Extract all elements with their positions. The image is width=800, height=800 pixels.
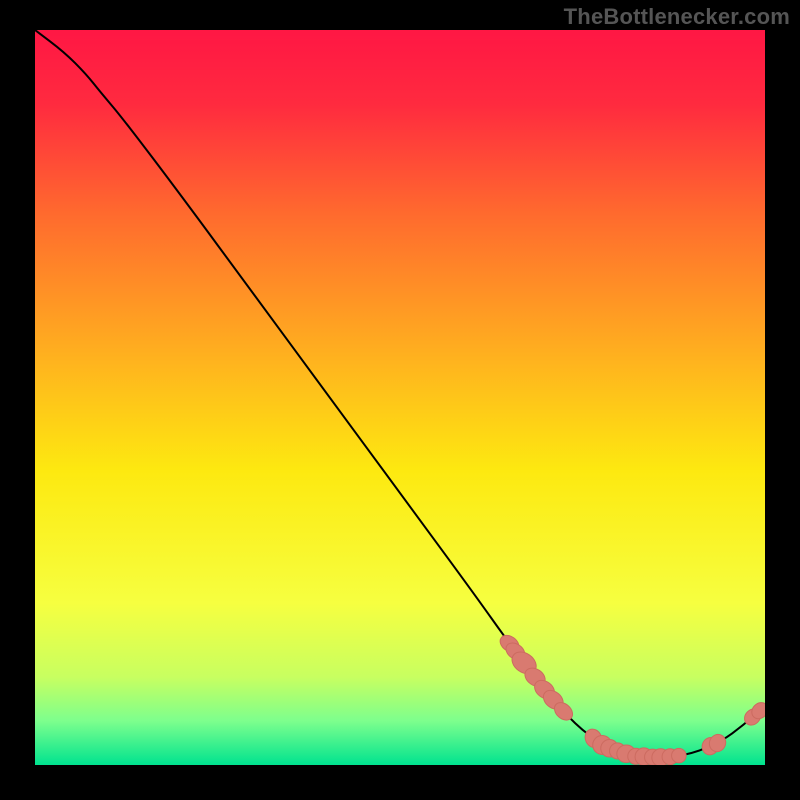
chart-frame: TheBottlenecker.com xyxy=(0,0,800,800)
chart-svg xyxy=(35,30,765,765)
plot-area xyxy=(35,30,765,765)
marker-dot xyxy=(672,748,687,763)
watermark-text: TheBottlenecker.com xyxy=(564,4,790,30)
gradient-background xyxy=(35,30,765,765)
